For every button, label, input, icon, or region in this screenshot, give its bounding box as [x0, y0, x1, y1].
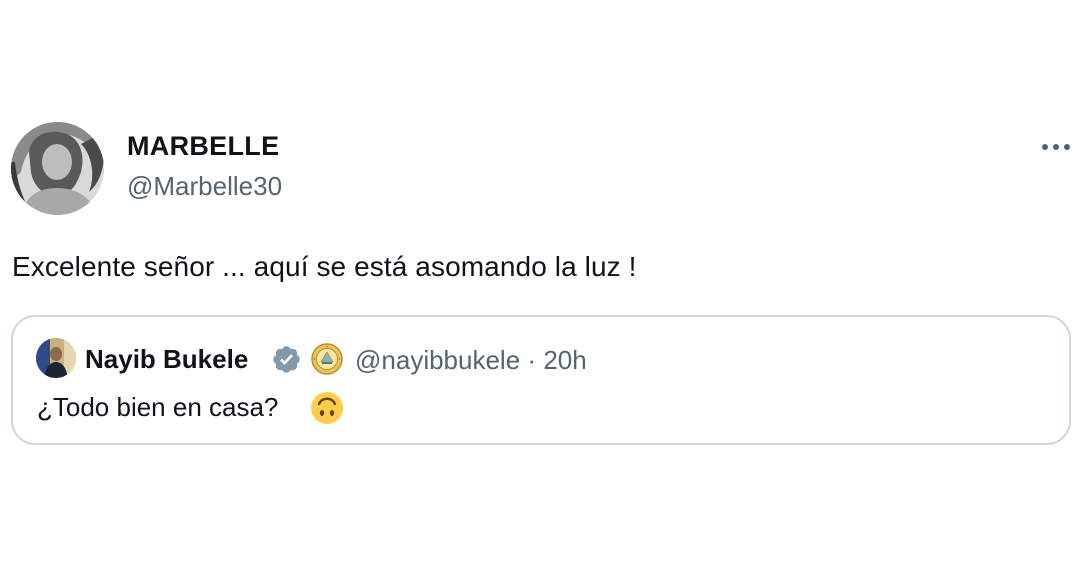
government-seal-icon — [311, 343, 343, 375]
more-options-button[interactable] — [1036, 134, 1076, 160]
tweet-text: Excelente señor ... aquí se está asomand… — [12, 251, 637, 282]
author-handle[interactable]: @Marbelle30 — [127, 171, 282, 202]
quoted-author-avatar[interactable] — [36, 338, 76, 378]
separator-dot: · — [527, 345, 537, 375]
quoted-author-handle[interactable]: @nayibbukele — [355, 345, 520, 375]
author-avatar[interactable] — [11, 122, 104, 215]
quoted-tweet-card[interactable]: Nayib Bukele @nayibbukele · 20h ¿Todo bi… — [11, 315, 1071, 445]
quoted-author-name[interactable]: Nayib Bukele — [85, 344, 248, 375]
quoted-timestamp[interactable]: 20h — [543, 345, 586, 375]
quoted-tweet-text: ¿Todo bien en casa? — [37, 392, 279, 422]
upside-down-face-emoji — [311, 392, 343, 424]
more-horizontal-icon — [1042, 144, 1070, 150]
verified-badge-icon — [273, 346, 300, 373]
quoted-handle-time[interactable]: @nayibbukele · 20h — [355, 345, 587, 376]
author-display-name[interactable]: MARBELLE — [127, 131, 279, 162]
